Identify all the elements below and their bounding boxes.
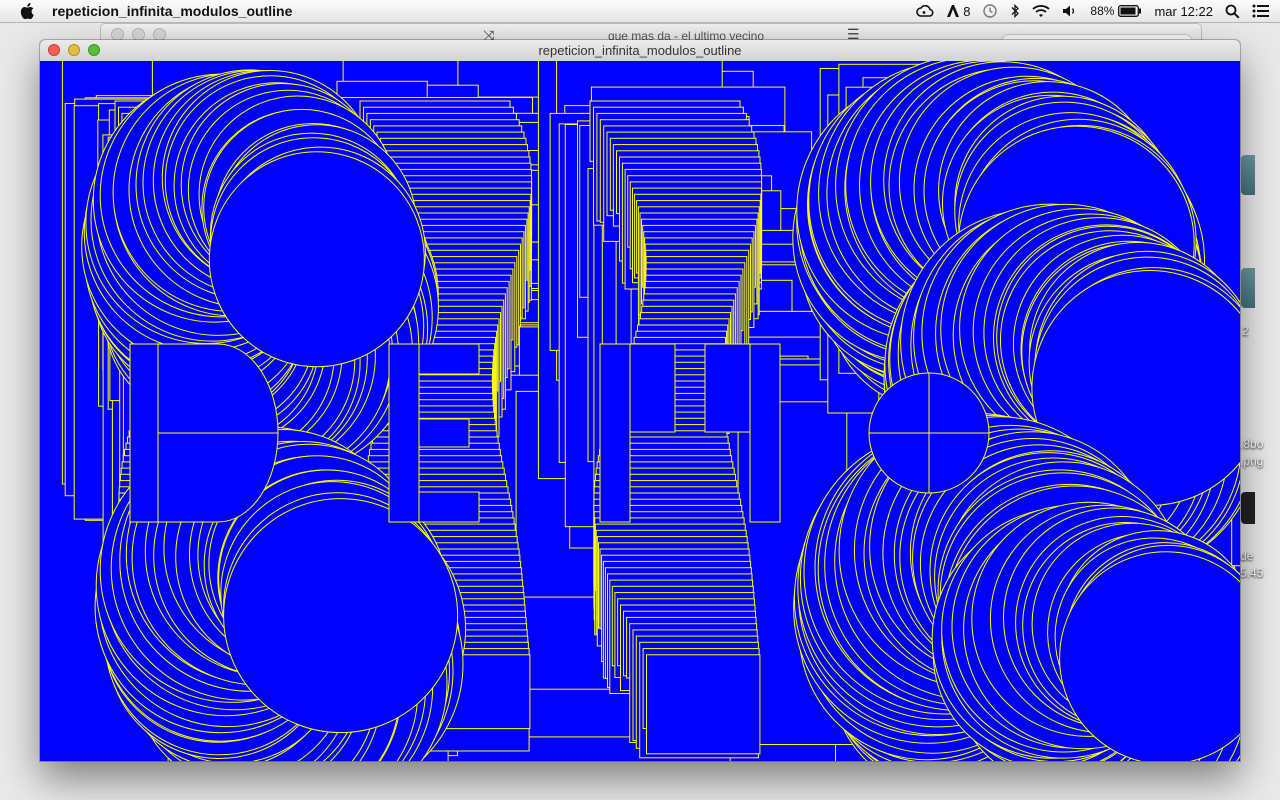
desktop-file-icon[interactable] bbox=[1241, 268, 1255, 308]
adobe-badge[interactable]: 8 bbox=[946, 4, 970, 19]
sketch-canvas[interactable] bbox=[40, 61, 1240, 761]
app-menu-name[interactable]: repeticion_infinita_modulos_outline bbox=[52, 3, 292, 19]
wifi-icon[interactable] bbox=[1032, 4, 1051, 18]
sketch-window[interactable]: repeticion_infinita_modulos_outline bbox=[40, 40, 1240, 761]
desktop-file-icon[interactable] bbox=[1241, 492, 1255, 524]
desktop-file-label: .8bo bbox=[1240, 437, 1264, 451]
desktop-file-icon[interactable] bbox=[1241, 155, 1255, 195]
window-controls bbox=[48, 44, 100, 56]
desktop-file-label: de bbox=[1240, 549, 1254, 563]
minimize-button[interactable] bbox=[68, 44, 80, 56]
desktop-file-label: 5.45 bbox=[1240, 566, 1264, 580]
bluetooth-icon[interactable] bbox=[1010, 3, 1020, 19]
notification-center-icon[interactable] bbox=[1252, 4, 1270, 18]
window-titlebar[interactable]: repeticion_infinita_modulos_outline bbox=[40, 40, 1240, 62]
desktop-file-label: 2 bbox=[1242, 324, 1249, 338]
battery-icon bbox=[1118, 5, 1142, 17]
battery-percent: 88% bbox=[1090, 4, 1115, 18]
battery-status[interactable]: 88% bbox=[1090, 4, 1142, 18]
desktop-file-label: .png bbox=[1240, 454, 1264, 468]
volume-icon[interactable] bbox=[1062, 4, 1078, 18]
creative-cloud-icon[interactable] bbox=[916, 3, 934, 19]
window-title: repeticion_infinita_modulos_outline bbox=[538, 43, 742, 58]
time-machine-icon[interactable] bbox=[982, 3, 998, 19]
adobe-icon bbox=[947, 5, 960, 17]
menu-bar: repeticion_infinita_modulos_outline 8 88… bbox=[0, 0, 1280, 23]
apple-menu-icon[interactable] bbox=[20, 3, 34, 19]
menubar-clock[interactable]: mar 12:22 bbox=[1154, 4, 1213, 19]
zoom-button[interactable] bbox=[88, 44, 100, 56]
close-button[interactable] bbox=[48, 44, 60, 56]
adobe-badge-count: 8 bbox=[963, 3, 971, 19]
spotlight-search-icon[interactable] bbox=[1225, 4, 1240, 19]
